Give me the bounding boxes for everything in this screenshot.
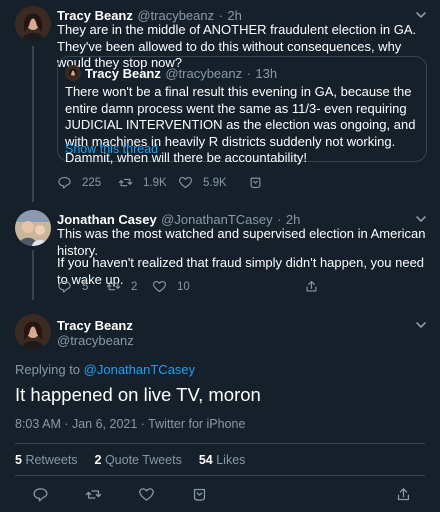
tweet1-avatar[interactable]: [15, 6, 51, 42]
tweet1-author-handle[interactable]: @tracybeanz: [137, 8, 214, 23]
main-tweet-timestamp[interactable]: 8:03 AM · Jan 6, 2021 · Twitter for iPho…: [15, 417, 245, 431]
tweet1-reply-button[interactable]: 225: [57, 175, 101, 190]
quote-tweets-count: 2: [94, 453, 102, 467]
reply-icon: [33, 488, 48, 502]
main-tweet-author-name[interactable]: Tracy Beanz: [57, 318, 133, 333]
main-reply-button[interactable]: [32, 486, 59, 503]
main-share-button[interactable]: [395, 486, 422, 503]
main-retweet-button[interactable]: [85, 486, 112, 503]
main-tweet-stats: 5 Retweets 2 Quote Tweets 54 Likes: [15, 453, 245, 467]
tweet1-dot: ·: [218, 8, 223, 23]
thread-line-2: [32, 250, 34, 300]
reply-icon: [58, 280, 71, 293]
quote-author-name: Tracy Beanz: [85, 66, 161, 81]
share-icon: [193, 488, 206, 501]
quote-author-handle: @tracybeanz: [165, 66, 243, 81]
tweet1-author-name[interactable]: Tracy Beanz: [57, 8, 133, 23]
main-tweet-text: It happened on live TV, moron: [15, 384, 261, 405]
replying-to-label: Replying to: [15, 362, 81, 377]
tweet2-reply-button[interactable]: 5: [57, 279, 88, 294]
main-tweet-author-handle[interactable]: @tracybeanz: [57, 333, 134, 348]
likes-stat[interactable]: 54 Likes: [199, 453, 246, 467]
retweets-stat[interactable]: 5 Retweets: [15, 453, 78, 467]
tweet1-like-count: 5.9K: [203, 176, 227, 189]
tweet2-retweet-count: 2: [131, 280, 138, 293]
quote-tweets-label: Quote Tweets: [104, 453, 182, 467]
replying-to: Replying to @JonathanTCasey: [15, 362, 195, 377]
share-icon: [306, 280, 317, 292]
divider-bottom-stats: [15, 475, 425, 476]
tweet2-author-handle[interactable]: @JonathanTCasey: [161, 212, 272, 227]
tweet2-like-button[interactable]: 10: [152, 279, 190, 294]
quote-tweets-stat[interactable]: 2 Quote Tweets: [95, 453, 182, 467]
main-tweet-avatar[interactable]: [15, 314, 51, 350]
tweet1-retweet-count: 1.9K: [143, 176, 167, 189]
quote-dot: ·: [246, 66, 251, 81]
tweet2-dot: ·: [277, 212, 282, 227]
likes-count: 54: [198, 453, 213, 467]
more-chevron-icon[interactable]: [412, 316, 430, 334]
divider-top-stats: [15, 443, 425, 444]
share-icon: [397, 488, 410, 501]
main-like-button[interactable]: [138, 486, 165, 503]
tweet2-share-button[interactable]: [304, 279, 329, 294]
like-icon: [179, 176, 192, 189]
quote-header: Tracy Beanz @tracybeanz · 13h: [85, 65, 277, 83]
quoted-tweet[interactable]: Tracy Beanz @tracybeanz · 13h There won'…: [57, 56, 427, 165]
retweet-icon: [106, 282, 121, 291]
reply-icon: [58, 176, 71, 189]
tweet2-avatar[interactable]: [15, 210, 51, 246]
like-icon: [139, 488, 154, 501]
like-icon: [153, 280, 166, 293]
replying-to-handle-link[interactable]: @JonathanTCasey: [84, 362, 195, 377]
retweets-label: Retweets: [25, 453, 78, 467]
show-thread-link[interactable]: Show this thread: [65, 142, 158, 156]
main-bookmark-button[interactable]: [191, 486, 218, 503]
thread-line: [32, 46, 34, 202]
tweet1-retweet-button[interactable]: 1.9K: [118, 175, 167, 190]
share-icon: [250, 177, 261, 189]
likes-label: Likes: [216, 453, 246, 467]
retweet-icon: [118, 178, 133, 187]
quote-avatar: [65, 65, 81, 81]
tweet1-time[interactable]: 2h: [227, 8, 241, 23]
tweet2-author-name[interactable]: Jonathan Casey: [57, 212, 157, 227]
retweet-icon: [85, 490, 102, 499]
quote-time: 13h: [255, 66, 278, 81]
tweet1-share-button[interactable]: [248, 175, 273, 190]
tweet2-like-count: 10: [177, 280, 190, 293]
tweet2-reply-count: 5: [82, 280, 89, 293]
tweet1-like-button[interactable]: 5.9K: [178, 175, 227, 190]
retweets-count: 5: [15, 453, 22, 467]
tweet1-reply-count: 225: [82, 176, 102, 189]
tweet2-time[interactable]: 2h: [286, 212, 300, 227]
tweet2-retweet-button[interactable]: 2: [106, 279, 137, 294]
